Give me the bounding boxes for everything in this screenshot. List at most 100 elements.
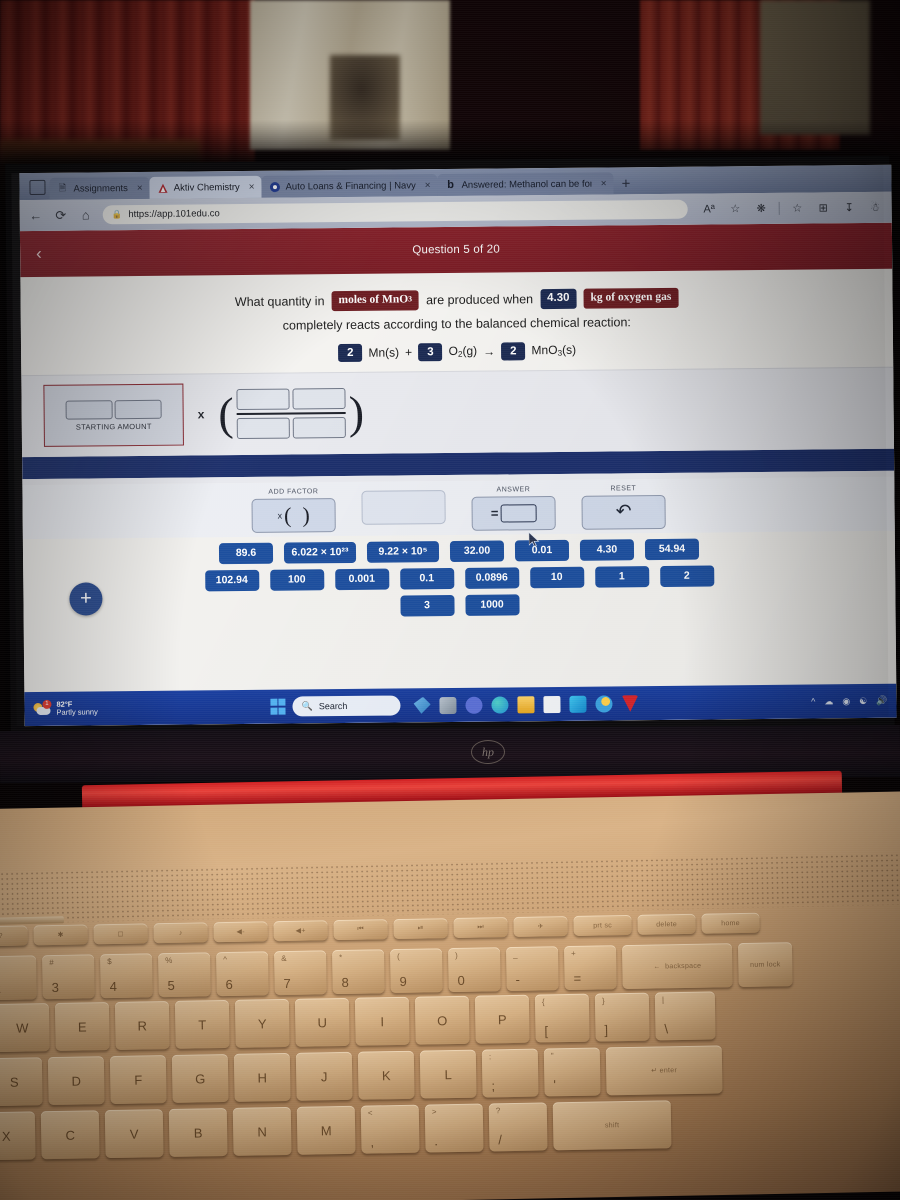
key-9[interactable]: (9: [390, 948, 443, 994]
key-next-track[interactable]: ⏭: [453, 917, 508, 939]
key-p[interactable]: P: [474, 994, 530, 1044]
key-t[interactable]: T: [174, 999, 230, 1049]
add-floating-button[interactable]: +: [69, 582, 103, 616]
widgets-icon[interactable]: [439, 696, 457, 714]
key-8[interactable]: * 8: [332, 949, 385, 995]
tile[interactable]: 100: [269, 568, 324, 591]
tile[interactable]: 1000: [464, 593, 520, 616]
key-w[interactable]: W: [0, 1003, 50, 1053]
key-0[interactable]: ) 0: [447, 947, 501, 993]
key-f4[interactable]: ♪: [153, 922, 208, 944]
amount-chip[interactable]: 4.30: [539, 288, 577, 309]
taskbar-weather-widget[interactable]: 1 82°F Partly sunny: [33, 699, 98, 717]
reset-button[interactable]: ↶: [581, 494, 666, 530]
browser-essentials-icon[interactable]: ⊞: [815, 201, 832, 214]
tile[interactable]: 0.001: [334, 568, 389, 590]
key-prev-track[interactable]: ⏮: [333, 919, 388, 941]
key-o[interactable]: O: [414, 995, 470, 1045]
key-d[interactable]: D: [47, 1056, 105, 1106]
numerator-unit-slot[interactable]: [292, 388, 346, 410]
empty-drop-slot[interactable]: [361, 489, 446, 525]
key-delete[interactable]: delete: [637, 913, 696, 935]
tool-reset[interactable]: RESET ↶: [581, 484, 666, 530]
key-semicolon[interactable]: :;: [481, 1048, 539, 1098]
tile[interactable]: 89.6: [218, 542, 274, 564]
key-f2[interactable]: ✱: [33, 924, 88, 946]
key-k[interactable]: K: [357, 1050, 415, 1100]
key-quote[interactable]: " ': [543, 1047, 601, 1097]
key-h[interactable]: H: [233, 1052, 291, 1102]
key-backspace[interactable]: ← backspace: [621, 943, 733, 990]
unit-chip[interactable]: moles of MnO 3: [331, 290, 420, 311]
key-backslash[interactable]: | \: [654, 991, 716, 1041]
key-r[interactable]: R: [114, 1001, 170, 1050]
home-icon[interactable]: ⌂: [78, 207, 94, 222]
copilot-icon[interactable]: ❋: [753, 202, 770, 215]
back-icon[interactable]: ←: [28, 208, 44, 223]
excel-icon[interactable]: [569, 695, 587, 713]
key-play-pause[interactable]: ⏯: [393, 918, 448, 940]
key-n[interactable]: N: [232, 1106, 292, 1156]
volume-icon[interactable]: 🔊: [876, 695, 887, 706]
edge-icon[interactable]: [491, 695, 509, 714]
key-3[interactable]: #3: [42, 954, 95, 1000]
key-g[interactable]: G: [171, 1053, 229, 1103]
denominator-unit-slot[interactable]: [292, 416, 346, 439]
show-hidden-icons[interactable]: ^: [811, 697, 815, 707]
tile[interactable]: 32.00: [449, 540, 505, 562]
tile[interactable]: 4.30: [579, 538, 635, 561]
downloads-icon[interactable]: ↧: [841, 201, 858, 214]
address-bar[interactable]: 🔒 https://app.101edu.co: [102, 199, 688, 225]
key-x[interactable]: X: [0, 1111, 36, 1161]
reagent-chip[interactable]: kg of oxygen gas: [583, 287, 679, 309]
browser-tab-aktiv-chemistry[interactable]: Aktiv Chemistry ×: [149, 175, 262, 199]
key-l[interactable]: L: [419, 1049, 477, 1099]
tool-answer[interactable]: ANSWER =: [471, 486, 556, 531]
key-volume-down[interactable]: ◀-: [213, 921, 268, 943]
key-b[interactable]: B: [168, 1108, 228, 1158]
key-airplane-mode[interactable]: ✈: [513, 916, 568, 937]
windows-start-icon[interactable]: [270, 698, 286, 715]
key-6[interactable]: ^ 6: [216, 951, 269, 997]
tile[interactable]: 3: [399, 594, 455, 617]
file-explorer-icon[interactable]: [517, 695, 535, 713]
tile[interactable]: 10: [529, 566, 584, 588]
key-m[interactable]: M: [296, 1105, 356, 1155]
numerator-value-slot[interactable]: [236, 388, 290, 411]
wifi-icon[interactable]: ☯: [859, 696, 867, 707]
key-2[interactable]: @2: [0, 955, 37, 1001]
starting-amount-box[interactable]: STARTING AMOUNT: [43, 383, 184, 447]
tab-close-icon[interactable]: ×: [425, 180, 431, 191]
answer-button[interactable]: =: [471, 495, 556, 531]
key-num-lock[interactable]: num lock: [737, 942, 793, 988]
favorite-star-icon[interactable]: ☆: [727, 202, 744, 215]
task-view-icon[interactable]: [414, 697, 431, 714]
key-s[interactable]: S: [0, 1057, 43, 1107]
onedrive-icon[interactable]: ☁: [824, 696, 833, 707]
store-icon[interactable]: [543, 695, 561, 713]
profile-icon[interactable]: ☃: [867, 201, 884, 214]
starting-amount-value-slot[interactable]: [65, 399, 113, 420]
battery-icon[interactable]: ◉: [842, 696, 850, 707]
key-shift-right[interactable]: shift: [552, 1100, 672, 1151]
starting-amount-unit-slot[interactable]: [114, 399, 162, 419]
key-bracket-left[interactable]: {[: [534, 993, 590, 1043]
teams-chat-icon[interactable]: [465, 696, 483, 714]
collections-icon[interactable]: ☆: [789, 202, 806, 215]
tile[interactable]: 102.94: [204, 569, 259, 591]
tile[interactable]: 0.01: [514, 539, 570, 561]
refresh-icon[interactable]: ⟳: [53, 207, 69, 223]
key-bracket-right[interactable]: }]: [594, 992, 650, 1042]
tile[interactable]: 6.022 × 10²³: [283, 541, 357, 564]
tile[interactable]: 9.22 × 10⁵: [366, 540, 440, 563]
tile[interactable]: 0.0896: [464, 566, 519, 589]
tab-close-icon[interactable]: ×: [137, 182, 143, 193]
tab-actions-icon[interactable]: [29, 179, 46, 196]
key-c[interactable]: C: [40, 1110, 100, 1160]
key-minus[interactable]: _ -: [505, 946, 559, 992]
key-j[interactable]: J: [295, 1051, 353, 1101]
key-home[interactable]: home: [701, 912, 760, 934]
browser-tab-bartleby[interactable]: b Answered: Methanol can be form ×: [437, 172, 614, 197]
add-factor-button[interactable]: x( ): [251, 497, 336, 533]
browser-tab-navy-federal[interactable]: Auto Loans & Financing | Navy F ×: [261, 174, 438, 198]
